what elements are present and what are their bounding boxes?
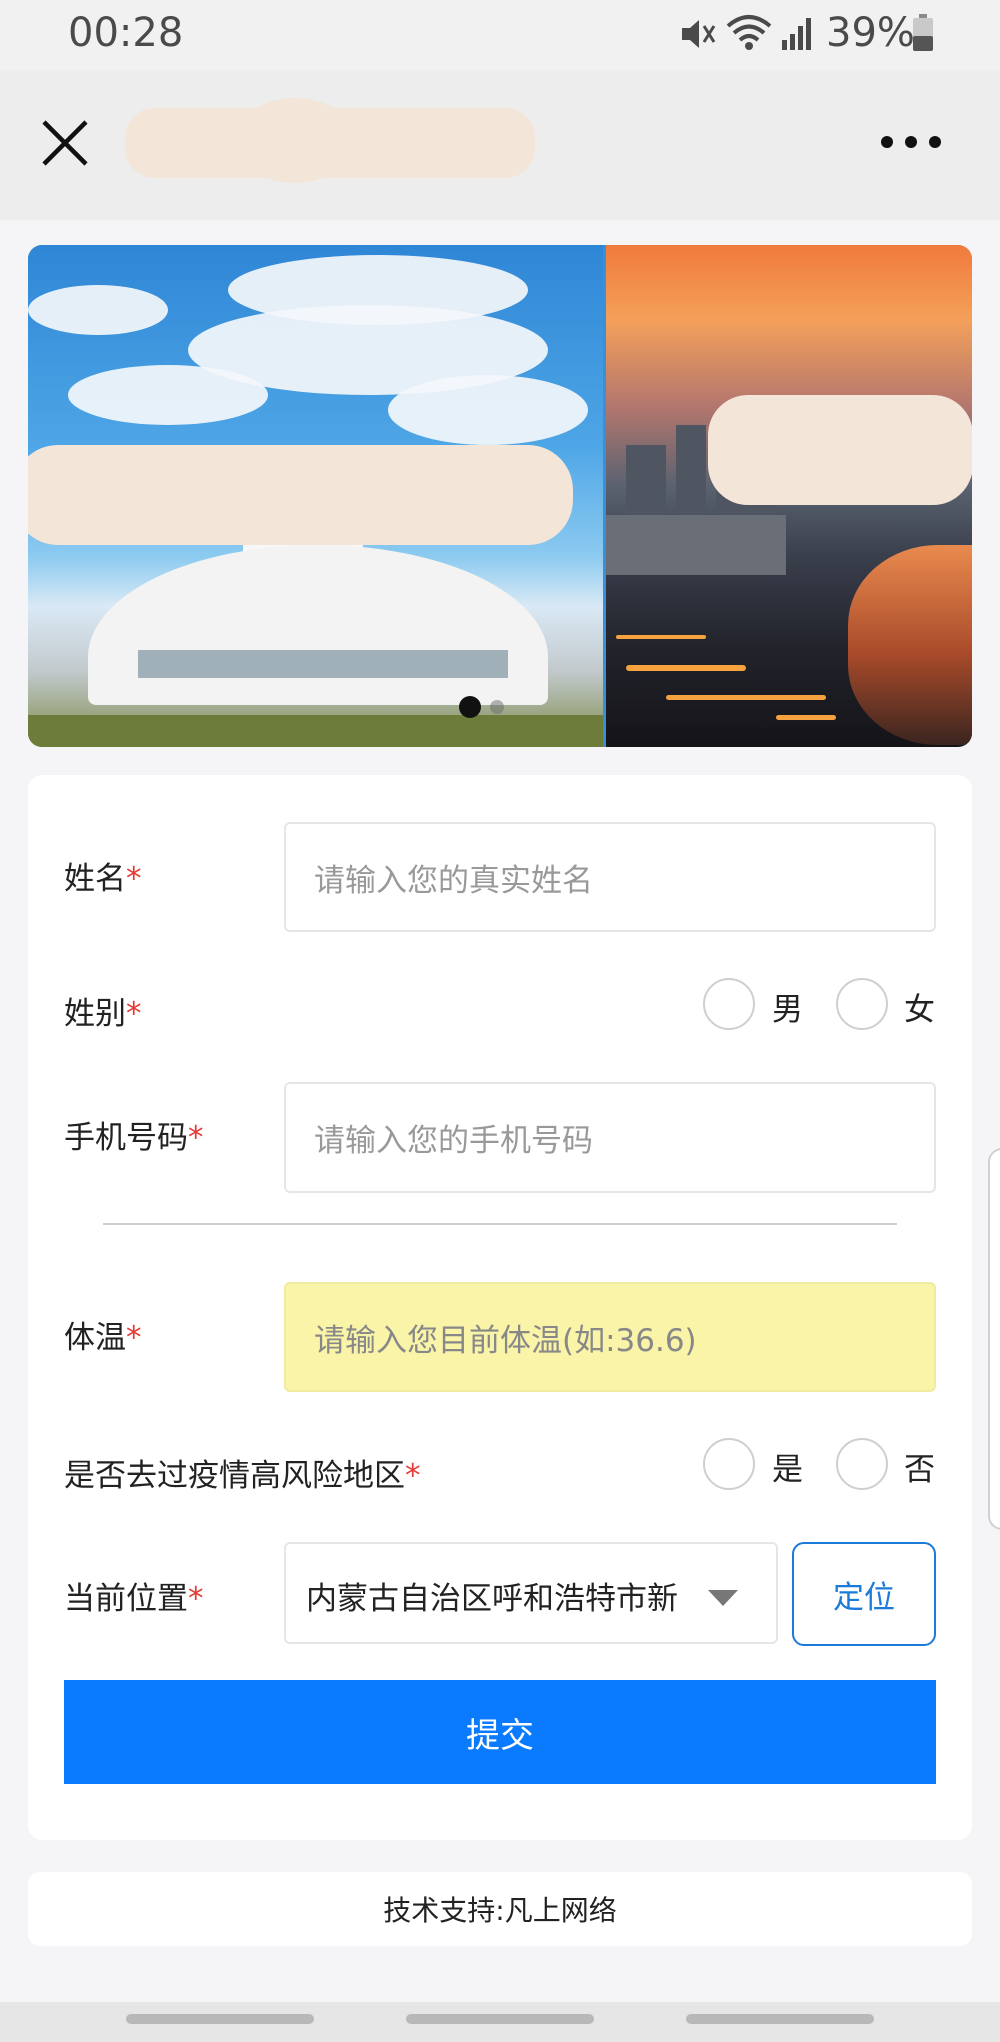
dome-building (88, 545, 548, 705)
redacted-banner-text-mask (28, 445, 573, 545)
redacted-banner-text-mask (708, 395, 972, 505)
phone-input[interactable]: 请输入您的手机号码 (284, 1082, 936, 1193)
risk-area-yes-radio[interactable] (703, 1438, 755, 1490)
name-input[interactable]: 请输入您的真实姓名 (284, 822, 936, 932)
battery-percentage: 39% (826, 10, 915, 56)
dome-lattice (138, 650, 508, 678)
name-label: 姓名* (64, 861, 142, 897)
carousel-dot[interactable] (490, 700, 504, 714)
name-placeholder: 请输入您的真实姓名 (314, 862, 593, 899)
location-label: 当前位置* (64, 1581, 204, 1617)
temperature-input[interactable]: 请输入您目前体温(如:36.6) (284, 1282, 936, 1392)
more-options-icon[interactable] (880, 135, 942, 149)
location-value: 内蒙古自治区呼和浩特市新 (306, 1581, 678, 1617)
carousel-dot-active[interactable] (459, 696, 481, 718)
banner-carousel[interactable] (28, 245, 972, 747)
temperature-label: 体温* (64, 1320, 142, 1356)
banner-slide-building (28, 245, 603, 747)
gender-male-radio[interactable] (703, 978, 755, 1030)
mute-icon (682, 20, 716, 48)
gender-female-label: 女 (904, 992, 935, 1028)
gender-female-radio[interactable] (836, 978, 888, 1030)
nav-pill-right[interactable] (686, 2014, 874, 2024)
submit-button[interactable]: 提交 (64, 1680, 936, 1784)
section-divider (103, 1223, 897, 1225)
battery-icon (913, 14, 933, 51)
footer-support-text: 技术支持:凡上网络 (28, 1872, 972, 1946)
gender-label: 姓别* (64, 996, 142, 1032)
side-scroll-handle[interactable] (988, 1148, 1000, 1530)
risk-area-yes-label: 是 (772, 1452, 803, 1488)
temperature-placeholder: 请输入您目前体温(如:36.6) (314, 1322, 697, 1359)
phone-label: 手机号码* (64, 1120, 204, 1156)
risk-area-no-radio[interactable] (836, 1438, 888, 1490)
close-icon[interactable] (40, 118, 90, 168)
wifi-icon (726, 15, 772, 50)
redacted-title-mask-blob (235, 98, 355, 183)
phone-placeholder: 请输入您的手机号码 (314, 1123, 593, 1159)
nav-pill-center[interactable] (406, 2014, 594, 2024)
locate-button[interactable]: 定位 (792, 1542, 936, 1646)
nav-pill-left[interactable] (126, 2014, 314, 2024)
gender-male-label: 男 (772, 992, 803, 1028)
signal-icon (782, 18, 811, 50)
chevron-down-icon[interactable] (708, 1590, 738, 1606)
status-time: 00:28 (68, 10, 184, 56)
risk-area-label: 是否去过疫情高风险地区* (64, 1458, 421, 1494)
ground-strip (28, 715, 603, 747)
risk-area-no-label: 否 (904, 1452, 935, 1488)
